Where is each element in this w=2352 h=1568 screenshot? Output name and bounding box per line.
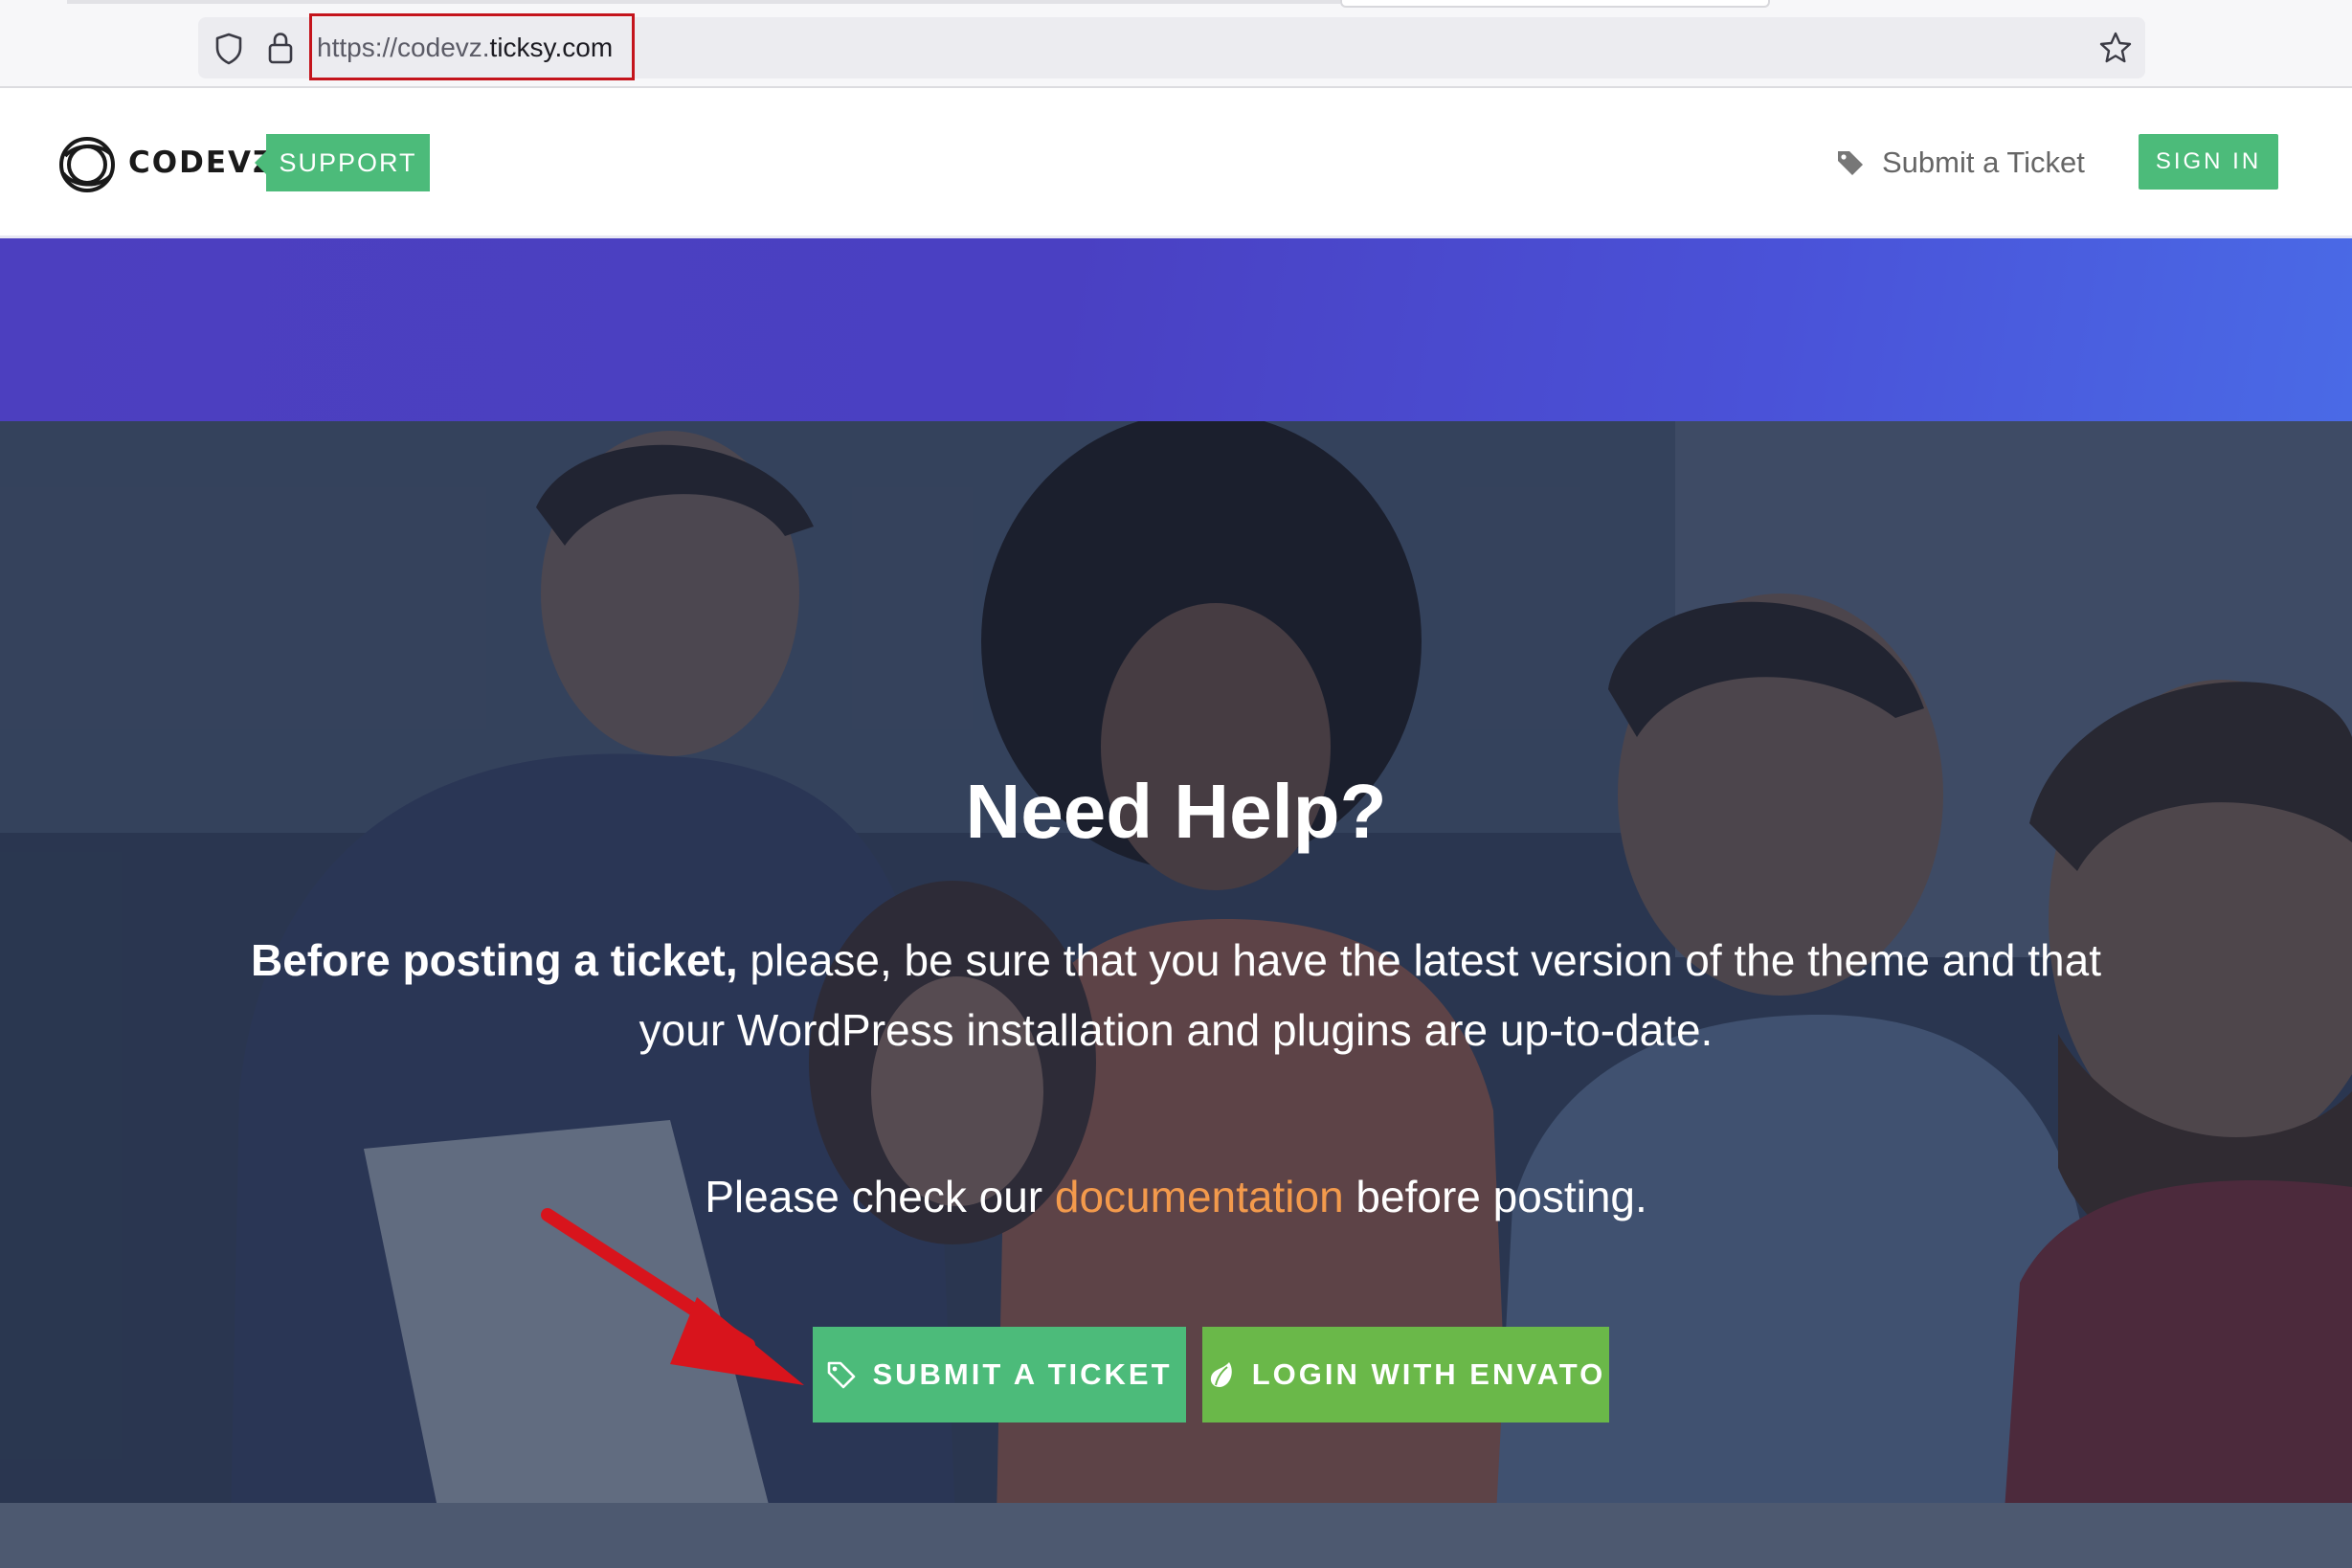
submit-ticket-label: SUBMIT A TICKET [872,1357,1173,1391]
site-header: CODEVZ SUPPORT Submit a Ticket SIGN IN [0,88,2352,235]
submit-ticket-button[interactable]: SUBMIT A TICKET [813,1327,1186,1422]
url-domain: ticksy.com [489,33,614,62]
active-tab-edge[interactable] [1340,0,1770,8]
red-arrow-annotation [541,1208,804,1385]
hero-title: Need Help? [965,769,1387,854]
sign-in-button[interactable]: SIGN IN [2139,134,2278,190]
hero-notice-line-2: your WordPress installation and plugins … [638,1005,1714,1055]
hero-gradient-band [0,235,2352,424]
login-envato-button[interactable]: LOGIN WITH ENVATO [1202,1327,1609,1422]
tab-strip-edge [67,0,1340,4]
lock-icon[interactable] [266,31,295,65]
hero-section: Need Help? Before posting a ticket, plea… [0,421,2352,1568]
nav-submit-ticket-label: Submit a Ticket [1882,146,2085,179]
url-scheme: https:// [317,33,398,62]
codevz-logo-icon[interactable] [56,135,121,194]
support-badge[interactable]: SUPPORT [255,134,430,191]
login-envato-label: LOGIN WITH ENVATO [1251,1357,1606,1391]
browser-toolbar: https://codevz.ticksy.com [0,0,2352,88]
hero-notice-rest: please, be sure that you have the latest… [737,935,2102,985]
url-text[interactable]: https://codevz.ticksy.com [317,32,613,64]
tag-icon [1838,151,1863,175]
bookmark-star-icon[interactable] [2098,31,2133,65]
hero-notice-line-1: Before posting a ticket, please, be sure… [0,933,2352,987]
doc-text-after: before posting. [1343,1172,1647,1221]
url-subdomain: codevz. [397,33,490,62]
envato-leaf-icon [1210,1362,1232,1387]
documentation-link[interactable]: documentation [1055,1172,1344,1221]
nav-submit-ticket-link[interactable]: Submit a Ticket [1836,144,2085,182]
hero-documentation-line: Please check our documentation before po… [0,1170,2352,1223]
shield-icon[interactable] [214,33,243,65]
tag-icon [828,1361,856,1389]
hero-notice-bold: Before posting a ticket, [250,935,738,985]
